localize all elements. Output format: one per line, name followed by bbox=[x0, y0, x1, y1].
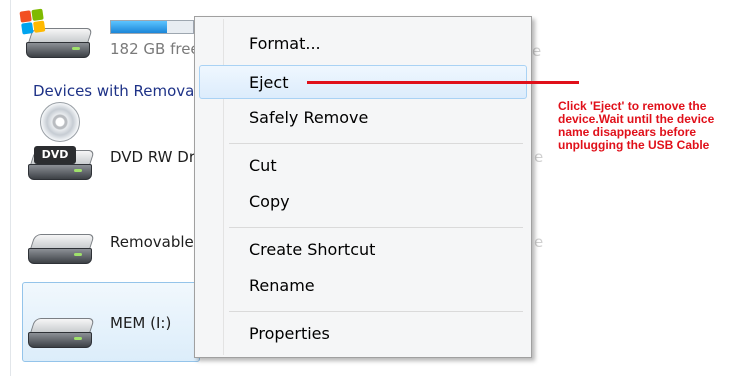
annotation-pointer-line bbox=[307, 81, 579, 84]
mem-drive-name: MEM (I:) bbox=[110, 314, 172, 332]
removable-drive-icon bbox=[28, 234, 98, 266]
faint-text: e bbox=[534, 233, 544, 251]
disc-icon bbox=[40, 102, 80, 142]
menu-item-format[interactable]: Format... bbox=[199, 27, 527, 61]
menu-separator bbox=[229, 143, 523, 144]
storage-usage-bar bbox=[110, 20, 194, 34]
faint-text: e bbox=[534, 148, 544, 166]
menu-item-cut[interactable]: Cut bbox=[199, 149, 527, 183]
dvd-drive-name: DVD RW Drive bbox=[110, 148, 194, 166]
menu-item-properties[interactable]: Properties bbox=[199, 317, 527, 351]
windows-logo-icon bbox=[19, 8, 46, 35]
menu-item-copy[interactable]: Copy bbox=[199, 185, 527, 219]
menu-item-create-shortcut[interactable]: Create Shortcut bbox=[199, 233, 527, 267]
faint-text: e bbox=[532, 42, 542, 60]
annotation-text: Click 'Eject' to remove the device.Wait … bbox=[558, 99, 715, 152]
usb-drive-icon bbox=[28, 318, 98, 350]
menu-item-label: Properties bbox=[249, 324, 330, 343]
dvd-badge: DVD bbox=[34, 146, 76, 164]
menu-item-rename[interactable]: Rename bbox=[199, 269, 527, 303]
removable-disk-name: Removable Disk bbox=[110, 233, 194, 251]
menu-item-label: Safely Remove bbox=[249, 108, 369, 127]
menu-item-label: Eject bbox=[249, 73, 289, 92]
pane-border bbox=[10, 0, 11, 376]
menu-item-label: Rename bbox=[249, 276, 315, 295]
menu-item-label: Cut bbox=[249, 156, 277, 175]
section-header-devices: Devices with Removable Storage bbox=[33, 82, 193, 100]
menu-separator bbox=[229, 227, 523, 228]
free-space-text: 182 GB free bbox=[110, 40, 194, 58]
menu-separator bbox=[229, 311, 523, 312]
menu-item-label: Format... bbox=[249, 34, 321, 53]
menu-item-safely-remove[interactable]: Safely Remove bbox=[199, 101, 527, 135]
menu-item-label: Copy bbox=[249, 192, 290, 211]
menu-item-label: Create Shortcut bbox=[249, 240, 376, 259]
context-menu: Format... Eject Safely Remove Cut Copy C… bbox=[194, 16, 532, 358]
